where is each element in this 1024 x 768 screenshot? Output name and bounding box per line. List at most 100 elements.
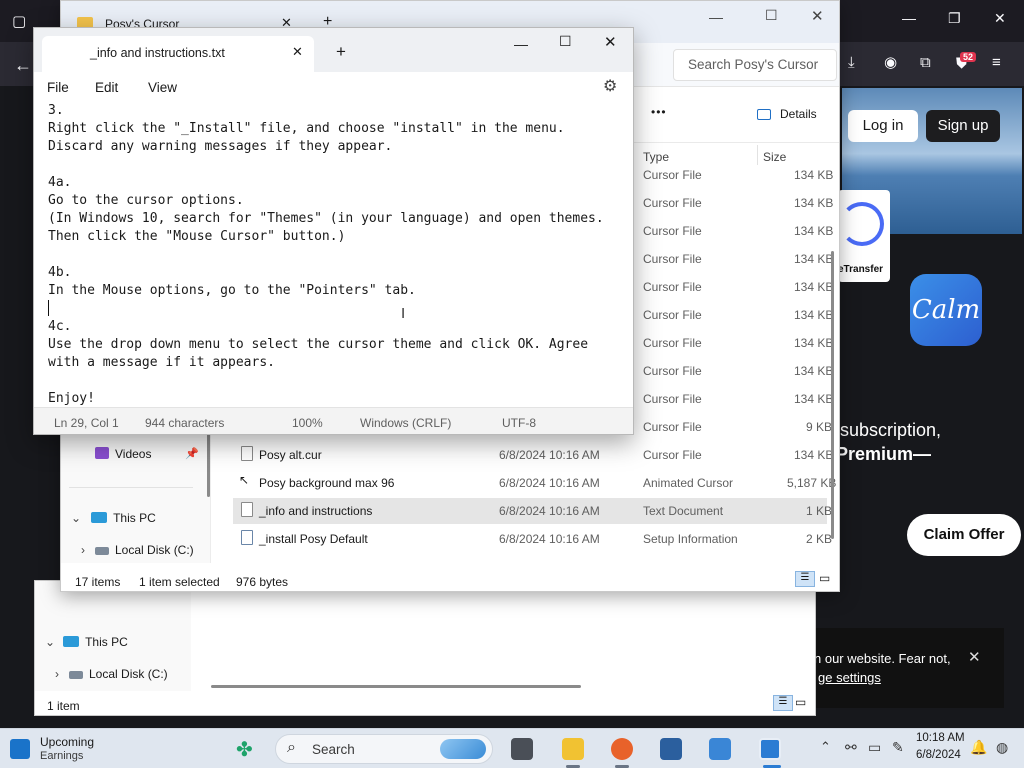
row-type: Cursor File	[643, 308, 702, 322]
nav-videos[interactable]: Videos	[95, 447, 151, 461]
nav-local-disk[interactable]: › Local Disk (C:)	[81, 543, 194, 557]
chevron-down-icon[interactable]: ⌄	[71, 511, 81, 525]
back-arrow-icon[interactable]: ←	[14, 56, 32, 74]
extensions-icon[interactable]: ⧉	[920, 55, 931, 70]
menu-edit[interactable]: Edit	[95, 80, 118, 95]
row-type: Cursor File	[643, 224, 702, 238]
download-icon[interactable]: ⤓	[848, 55, 855, 70]
claim-offer-button[interactable]: Claim Offer	[907, 514, 1021, 556]
task-view-icon[interactable]	[511, 738, 533, 760]
row-size: 134 KB	[794, 224, 834, 238]
widget-title[interactable]: Upcoming	[40, 735, 94, 749]
menu-view[interactable]: View	[148, 80, 177, 95]
file-date: 6/8/2024 10:16 AM	[499, 448, 600, 462]
menu-icon[interactable]: ≡	[992, 55, 1001, 70]
tree-this-pc[interactable]: ⌄ This PC	[45, 635, 128, 649]
browser-close-button[interactable]: ✕	[994, 10, 1006, 27]
notepad-minimize-button[interactable]: —	[514, 36, 528, 52]
row-type: Cursor File	[643, 392, 702, 406]
settings-gear-icon[interactable]: ⚙	[603, 76, 617, 96]
tree-local-disk[interactable]: › Local Disk (C:)	[55, 667, 168, 681]
file-icon	[241, 446, 253, 461]
tiles-view-icon[interactable]: ▭	[795, 695, 806, 709]
notification-bell-icon[interactable]: 🔔	[970, 739, 987, 756]
row-size: 134 KB	[794, 336, 834, 350]
pen-icon[interactable]: ✎	[892, 739, 904, 756]
cookie-close-icon[interactable]: ✕	[968, 648, 981, 666]
status-char-count: 944 characters	[145, 416, 225, 430]
row-size: 134 KB	[794, 364, 834, 378]
file-type: Cursor File	[643, 448, 702, 462]
status-zoom[interactable]: 100%	[292, 411, 323, 434]
network-icon[interactable]: ⚯	[845, 739, 857, 756]
nav-this-pc[interactable]: ⌄ This PC	[71, 511, 156, 525]
widget-subtitle[interactable]: Earnings	[40, 750, 83, 762]
row-type: Cursor File	[643, 196, 702, 210]
nav-videos-label: Videos	[115, 447, 152, 461]
display-icon[interactable]: ▭	[868, 739, 881, 756]
explorer-close-button[interactable]: ✕	[811, 7, 824, 25]
account-icon[interactable]: ◉	[884, 55, 897, 70]
nav-local-disk-label: Local Disk (C:)	[115, 543, 194, 557]
notepad-close-button[interactable]: ✕	[604, 33, 617, 51]
status-encoding[interactable]: UTF-8	[502, 411, 536, 434]
column-header-size[interactable]: Size	[763, 150, 786, 164]
details-view-icon[interactable]: ☰	[795, 571, 815, 587]
details-view-icon[interactable]: ☰	[773, 695, 793, 711]
notepad-tab-title: _info and instructions.txt	[90, 46, 225, 60]
notepad-maximize-button[interactable]: ☐	[559, 33, 572, 50]
status-item-count: 17 items	[75, 575, 121, 589]
signup-button[interactable]: Sign up	[926, 110, 1000, 142]
explorer-search-input[interactable]: Search Posy's Cursor	[673, 49, 837, 81]
clock-date[interactable]: 6/8/2024	[916, 749, 961, 761]
back-status-count: 1 item	[47, 699, 80, 713]
explorer-maximize-button[interactable]: ☐	[765, 7, 778, 24]
tiles-view-icon[interactable]: ▭	[819, 571, 830, 585]
search-icon: ⌕	[287, 739, 296, 756]
explorer-minimize-button[interactable]: —	[709, 9, 723, 25]
chevron-right-icon[interactable]: ›	[81, 543, 85, 557]
computer-icon	[91, 512, 108, 523]
horizontal-scrollbar[interactable]	[211, 685, 581, 688]
chevron-down-icon[interactable]: ⌄	[45, 635, 55, 649]
copilot-icon[interactable]: ◍	[996, 739, 1008, 756]
row-size: 9 KB	[806, 420, 833, 434]
more-options-button[interactable]: •••	[651, 105, 667, 119]
file-size: 1 KB	[806, 504, 833, 518]
tab-overview-icon[interactable]: ▢	[12, 14, 26, 29]
notepad-text-editor[interactable]: 3. Right click the "_Install" file, and …	[34, 104, 633, 406]
browser-restore-button[interactable]: ❐	[948, 10, 961, 27]
file-type: Text Document	[643, 504, 724, 518]
cookie-settings-link[interactable]: ge settings	[818, 670, 881, 685]
taskbar-search-box[interactable]: ⌕ Search	[275, 734, 493, 764]
menu-file[interactable]: File	[47, 80, 69, 95]
start-button[interactable]: ✤	[236, 737, 253, 762]
vertical-scrollbar[interactable]	[831, 251, 834, 539]
cookie-banner-text: n our website. Fear not,	[814, 651, 951, 666]
calm-app-icon[interactable]: Calm	[910, 274, 982, 346]
row-type: Cursor File	[643, 168, 702, 182]
file-explorer-icon[interactable]	[562, 738, 584, 760]
row-size: 134 KB	[794, 392, 834, 406]
firefox-icon[interactable]	[611, 738, 633, 760]
notepad-new-tab-button[interactable]: +	[336, 42, 346, 62]
reader-app-icon[interactable]	[660, 738, 682, 760]
details-pane-icon[interactable]	[757, 109, 771, 120]
login-button[interactable]: Log in	[848, 110, 918, 142]
notepad-tab[interactable]: _info and instructions.txt ✕	[42, 36, 314, 72]
wetransfer-card[interactable]: eTransfer	[838, 190, 890, 282]
chevron-right-icon[interactable]: ›	[55, 667, 59, 681]
loading-ring-icon	[840, 202, 884, 246]
clock-time[interactable]: 10:18 AM	[916, 732, 965, 744]
pin-icon[interactable]: 📌	[185, 447, 199, 460]
status-line-ending[interactable]: Windows (CRLF)	[360, 411, 451, 434]
photos-icon[interactable]	[709, 738, 731, 760]
details-pane-button[interactable]: Details	[780, 107, 817, 121]
browser-minimize-button[interactable]: —	[902, 10, 916, 26]
notepad-taskbar-icon[interactable]	[759, 738, 781, 760]
text-file-icon	[241, 502, 253, 517]
notepad-tab-close-icon[interactable]: ✕	[292, 44, 303, 60]
chevron-up-icon[interactable]: ⌃	[820, 739, 831, 755]
weather-widget-icon[interactable]	[10, 739, 30, 759]
column-header-type[interactable]: Type	[643, 150, 669, 164]
